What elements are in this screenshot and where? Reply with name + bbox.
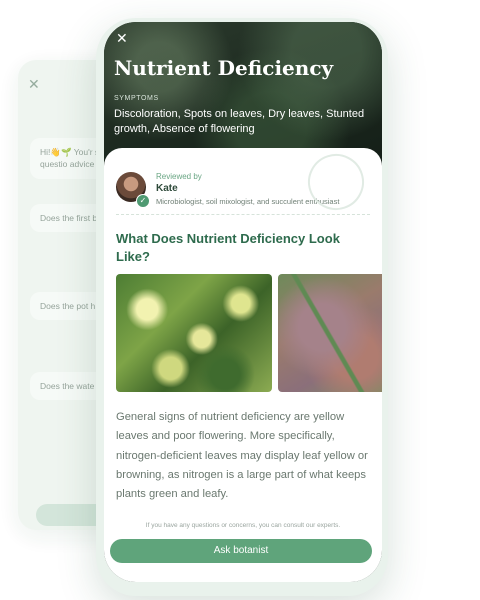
- symptoms-text: Discoloration, Spots on leaves, Dry leav…: [114, 108, 365, 136]
- reviewer-name: Kate: [156, 183, 178, 194]
- reviewer-role: Microbiologist, soil mixologist, and suc…: [156, 197, 340, 206]
- consult-note: If you have any questions or concerns, y…: [145, 522, 341, 529]
- page-title: Nutrient Deficiency: [114, 56, 334, 80]
- reviewed-stamp: [300, 146, 372, 218]
- deficiency-photo-2[interactable]: [278, 274, 382, 392]
- close-icon[interactable]: ✕: [28, 76, 40, 93]
- phone-screen: ✕ Nutrient Deficiency SYMPTOMS Discolora…: [104, 22, 382, 582]
- check-icon: ✓: [136, 194, 150, 208]
- symptoms-label: SYMPTOMS: [114, 95, 159, 102]
- close-icon[interactable]: ✕: [116, 30, 128, 47]
- deficiency-photo-1[interactable]: [116, 274, 272, 392]
- section-title: What Does Nutrient Deficiency Look Like?: [116, 231, 340, 265]
- reviewed-by-label: Reviewed by: [156, 172, 202, 181]
- divider: [116, 214, 370, 215]
- article-body: General signs of nutrient deficiency are…: [116, 411, 368, 501]
- ask-botanist-button[interactable]: Ask botanist: [110, 539, 372, 563]
- article-content: ✓ Reviewed by Kate Microbiologist, soil …: [104, 146, 382, 582]
